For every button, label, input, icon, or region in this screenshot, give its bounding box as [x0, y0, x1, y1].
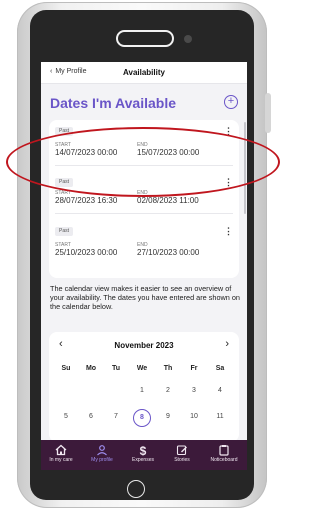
calendar-day[interactable]: 1 [132, 387, 152, 394]
stage: ‹ My Profile Availability Dates I'm Avail… [0, 0, 285, 512]
availability-list: Past ⋮ START 14/07/2023 00:00 END 15/07/… [49, 120, 239, 278]
calendar-day[interactable]: 7 [106, 413, 126, 420]
clipboard-icon [219, 445, 229, 456]
calendar-day[interactable]: 3 [184, 387, 204, 394]
divider [55, 213, 233, 214]
phone-camera [184, 35, 192, 43]
tab-expenses[interactable]: $ Expenses [123, 440, 163, 470]
bottom-tab-bar: In my care My profile $ Expenses Stories… [41, 440, 247, 470]
home-icon [55, 444, 67, 456]
calendar-day[interactable]: 11 [210, 413, 230, 420]
tab-stories[interactable]: Stories [163, 440, 201, 470]
add-availability-button[interactable]: + [224, 95, 238, 109]
start-value: 14/07/2023 00:00 [55, 148, 118, 157]
plus-icon: + [227, 95, 235, 107]
scrollbar-thumb[interactable] [244, 122, 246, 214]
edit-icon [176, 445, 187, 456]
calendar-day[interactable]: 10 [184, 413, 204, 420]
divider [55, 165, 233, 166]
weekday-label: Sa [215, 365, 225, 372]
app-screen: ‹ My Profile Availability Dates I'm Avail… [41, 62, 247, 470]
dollar-icon: $ [140, 444, 147, 456]
calendar: ‹ November 2023 › Su Mo Tu We Th Fr Sa 1… [49, 332, 239, 442]
phone-speaker [116, 30, 174, 47]
weekday-label: Su [61, 365, 71, 372]
tab-label: Stories [174, 457, 190, 463]
weekday-label: Tu [111, 365, 121, 372]
more-options-icon[interactable]: ⋮ [224, 226, 233, 237]
start-value: 25/10/2023 00:00 [55, 248, 118, 257]
calendar-day[interactable]: 9 [158, 413, 178, 420]
chevron-right-icon[interactable]: › [225, 338, 229, 350]
phone-side-button [265, 93, 271, 133]
weekday-label: Th [163, 365, 173, 372]
calendar-info-text: The calendar view makes it easier to see… [50, 284, 240, 311]
calendar-day-selected[interactable]: 8 [133, 409, 151, 427]
calendar-day[interactable]: 4 [210, 387, 230, 394]
tab-noticeboard[interactable]: Noticeboard [201, 440, 247, 470]
tab-label: In my care [49, 457, 73, 463]
tab-my-profile[interactable]: My profile [81, 440, 123, 470]
weekday-label: Mo [85, 365, 97, 372]
tab-label: Noticeboard [210, 457, 238, 463]
weekday-label: Fr [190, 365, 198, 372]
end-value: 02/08/2023 11:00 [137, 196, 199, 205]
tab-label: My profile [91, 457, 113, 463]
top-bar: ‹ My Profile Availability [41, 62, 247, 84]
person-icon [97, 445, 107, 456]
tab-label: Expenses [132, 457, 154, 463]
page-title: Availability [123, 68, 165, 77]
end-value: 27/10/2023 00:00 [137, 248, 200, 257]
calendar-day[interactable]: 5 [56, 413, 76, 420]
svg-text:$: $ [140, 444, 147, 456]
calendar-day[interactable]: 6 [81, 413, 101, 420]
end-value: 15/07/2023 00:00 [137, 148, 200, 157]
weekday-label: We [136, 365, 148, 372]
phone-home-button[interactable] [127, 480, 145, 498]
section-heading: Dates I'm Available [50, 95, 177, 111]
status-badge: Past [55, 127, 74, 136]
more-options-icon[interactable]: ⋮ [224, 126, 233, 137]
calendar-day[interactable]: 2 [158, 387, 178, 394]
status-badge: Past [55, 178, 74, 187]
calendar-month: November 2023 [114, 341, 174, 350]
tab-in-my-care[interactable]: In my care [41, 440, 81, 470]
status-badge: Past [55, 227, 74, 236]
more-options-icon[interactable]: ⋮ [224, 177, 233, 188]
start-value: 28/07/2023 16:30 [55, 196, 118, 205]
